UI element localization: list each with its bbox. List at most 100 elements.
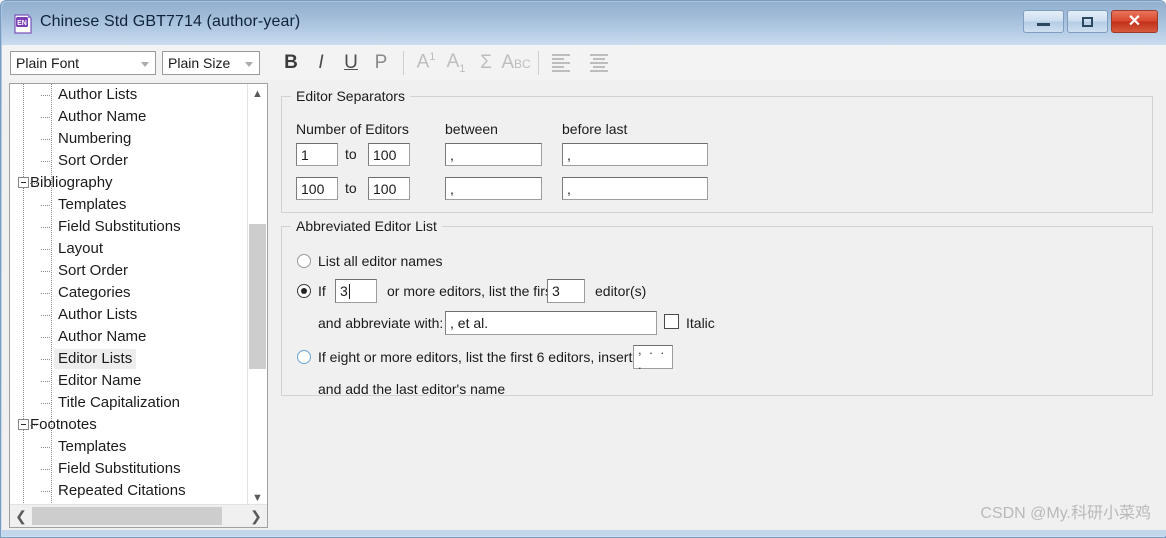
tree-vertical-scrollbar[interactable]: ▲ ▼ [247, 84, 267, 507]
radio-if-eight-or-more[interactable] [297, 350, 311, 364]
row2-from-input[interactable]: 100 [296, 177, 338, 200]
insert-separator-value: , . . . [638, 342, 667, 372]
subscript-button[interactable]: A1 [441, 49, 471, 77]
tree-items-container: Author Lists Author Name Numbering Sort … [10, 84, 248, 507]
chevron-up-icon[interactable]: ▲ [248, 84, 267, 103]
italic-checkbox[interactable] [664, 314, 679, 329]
row1-between-value: , [450, 146, 454, 163]
tree-item-editor-lists[interactable]: Editor Lists [10, 348, 248, 370]
close-button[interactable]: ✕ [1111, 10, 1158, 33]
tree-item-author-name-bib[interactable]: Author Name [10, 326, 248, 348]
between-header: between [445, 121, 498, 137]
row2-before-last-input[interactable]: , [562, 177, 708, 200]
tree-item-label: Editor Lists [54, 349, 137, 369]
tree-item-label: Field Substitutions [58, 460, 181, 477]
align-center-button[interactable] [584, 49, 614, 77]
row1-before-last-input[interactable]: , [562, 143, 708, 166]
radio-if-threshold[interactable] [297, 284, 311, 298]
collapse-box-icon[interactable] [18, 419, 29, 430]
tree-elbow-icon [41, 271, 51, 272]
row2-between-input[interactable]: , [445, 177, 542, 200]
tree-elbow-icon [41, 381, 51, 382]
tree-item-templates[interactable]: Templates [10, 194, 248, 216]
tree-item-label: Author Lists [58, 86, 138, 103]
row1-from-value: 1 [301, 146, 309, 163]
bold-button[interactable]: B [276, 49, 306, 77]
radio-list-all-editor-names[interactable] [297, 254, 311, 268]
underline-button[interactable]: U [336, 49, 366, 77]
watermark-text: CSDN @My.科研小菜鸡 [980, 505, 1151, 522]
tree-item-label: Numbering [58, 130, 132, 147]
tree-item-footnotes[interactable]: Footnotes [10, 414, 248, 436]
tree-item-label: Author Name [58, 108, 147, 125]
minimize-button[interactable] [1023, 10, 1064, 33]
tree-item-field-substitutions-footnotes[interactable]: Field Substitutions [10, 458, 248, 480]
threshold-input[interactable]: 3 [335, 279, 377, 303]
row1-to-label: to [345, 146, 357, 162]
tree-horizontal-scrollbar[interactable]: ❮ ❯ [10, 504, 267, 527]
toolbar-divider [403, 50, 404, 75]
tree-item-label: Categories [58, 284, 131, 301]
tree-elbow-icon [41, 205, 51, 206]
tree-item-sort-order-bib[interactable]: Sort Order [10, 260, 248, 282]
chevron-right-icon[interactable]: ❯ [245, 505, 267, 527]
number-of-editors-header: Number of Editors [296, 121, 409, 137]
tree-item-label: Author Name [58, 328, 147, 345]
style-sections-tree[interactable]: Author Lists Author Name Numbering Sort … [9, 83, 268, 528]
font-combo[interactable]: Plain Font [10, 50, 156, 75]
tree-item-repeated-citations[interactable]: Repeated Citations [10, 480, 248, 502]
vertical-scroll-thumb[interactable] [249, 224, 266, 369]
if-mid-label: or more editors, list the first [387, 283, 556, 299]
tree-elbow-icon [41, 139, 51, 140]
insert-separator-input[interactable]: , . . . [633, 342, 673, 372]
editor-lists-panel: Editor Separators Number of Editors betw… [276, 83, 1156, 528]
row1-between-input[interactable]: , [445, 143, 542, 166]
toolbar-divider [538, 50, 539, 75]
tree-item-author-lists-bib[interactable]: Author Lists [10, 304, 248, 326]
italic-icon: I [318, 51, 324, 73]
row2-before-last-value: , [567, 180, 571, 197]
first-count-input[interactable]: 3 [547, 279, 585, 303]
italic-label: Italic [686, 315, 715, 331]
row2-to-input[interactable]: 100 [368, 177, 410, 200]
formatting-toolbar: Plain Font Plain Size B I U P A1 A1 Σ AB… [2, 45, 1166, 81]
sigma-icon: Σ [480, 51, 492, 73]
symbol-button[interactable]: Σ [471, 49, 501, 77]
tree-item-categories[interactable]: Categories [10, 282, 248, 304]
chevron-down-icon [245, 61, 253, 67]
abbreviate-with-input[interactable]: , et al. [445, 311, 657, 335]
tree-item-layout[interactable]: Layout [10, 238, 248, 260]
maximize-button[interactable] [1067, 10, 1108, 33]
tree-elbow-icon [41, 491, 51, 492]
tree-item-editor-name[interactable]: Editor Name [10, 370, 248, 392]
row1-before-last-value: , [567, 146, 571, 163]
underline-icon: U [344, 51, 358, 73]
tree-item-field-substitutions[interactable]: Field Substitutions [10, 216, 248, 238]
tree-item-author-lists[interactable]: Author Lists [10, 84, 248, 106]
chevron-down-icon [141, 61, 149, 67]
tree-item-label: Sort Order [58, 152, 129, 169]
italic-button[interactable]: I [306, 49, 336, 77]
tree-item-author-name[interactable]: Author Name [10, 106, 248, 128]
threshold-value: 3 [340, 283, 348, 299]
abbreviated-editor-list-group: Abbreviated Editor List List all editor … [281, 218, 1153, 397]
chevron-left-icon[interactable]: ❮ [10, 505, 32, 527]
tree-item-bibliography[interactable]: Bibliography [10, 172, 248, 194]
row1-to-input[interactable]: 100 [368, 143, 410, 166]
horizontal-scroll-thumb[interactable] [32, 507, 222, 525]
superscript-button[interactable]: A1 [411, 49, 441, 77]
row1-from-input[interactable]: 1 [296, 143, 338, 166]
tree-elbow-icon [41, 359, 51, 360]
plain-button[interactable]: P [366, 49, 396, 77]
tree-item-title-capitalization[interactable]: Title Capitalization [10, 392, 248, 414]
size-combo[interactable]: Plain Size [162, 50, 260, 75]
text-cursor [348, 283, 350, 299]
tree-item-numbering[interactable]: Numbering [10, 128, 248, 150]
align-left-button[interactable] [546, 49, 576, 77]
tree-elbow-icon [41, 117, 51, 118]
tree-item-templates-footnotes[interactable]: Templates [10, 436, 248, 458]
collapse-box-icon[interactable] [18, 177, 29, 188]
tree-item-sort-order[interactable]: Sort Order [10, 150, 248, 172]
change-case-button[interactable]: ABC [501, 49, 531, 77]
tree-elbow-icon [41, 469, 51, 470]
